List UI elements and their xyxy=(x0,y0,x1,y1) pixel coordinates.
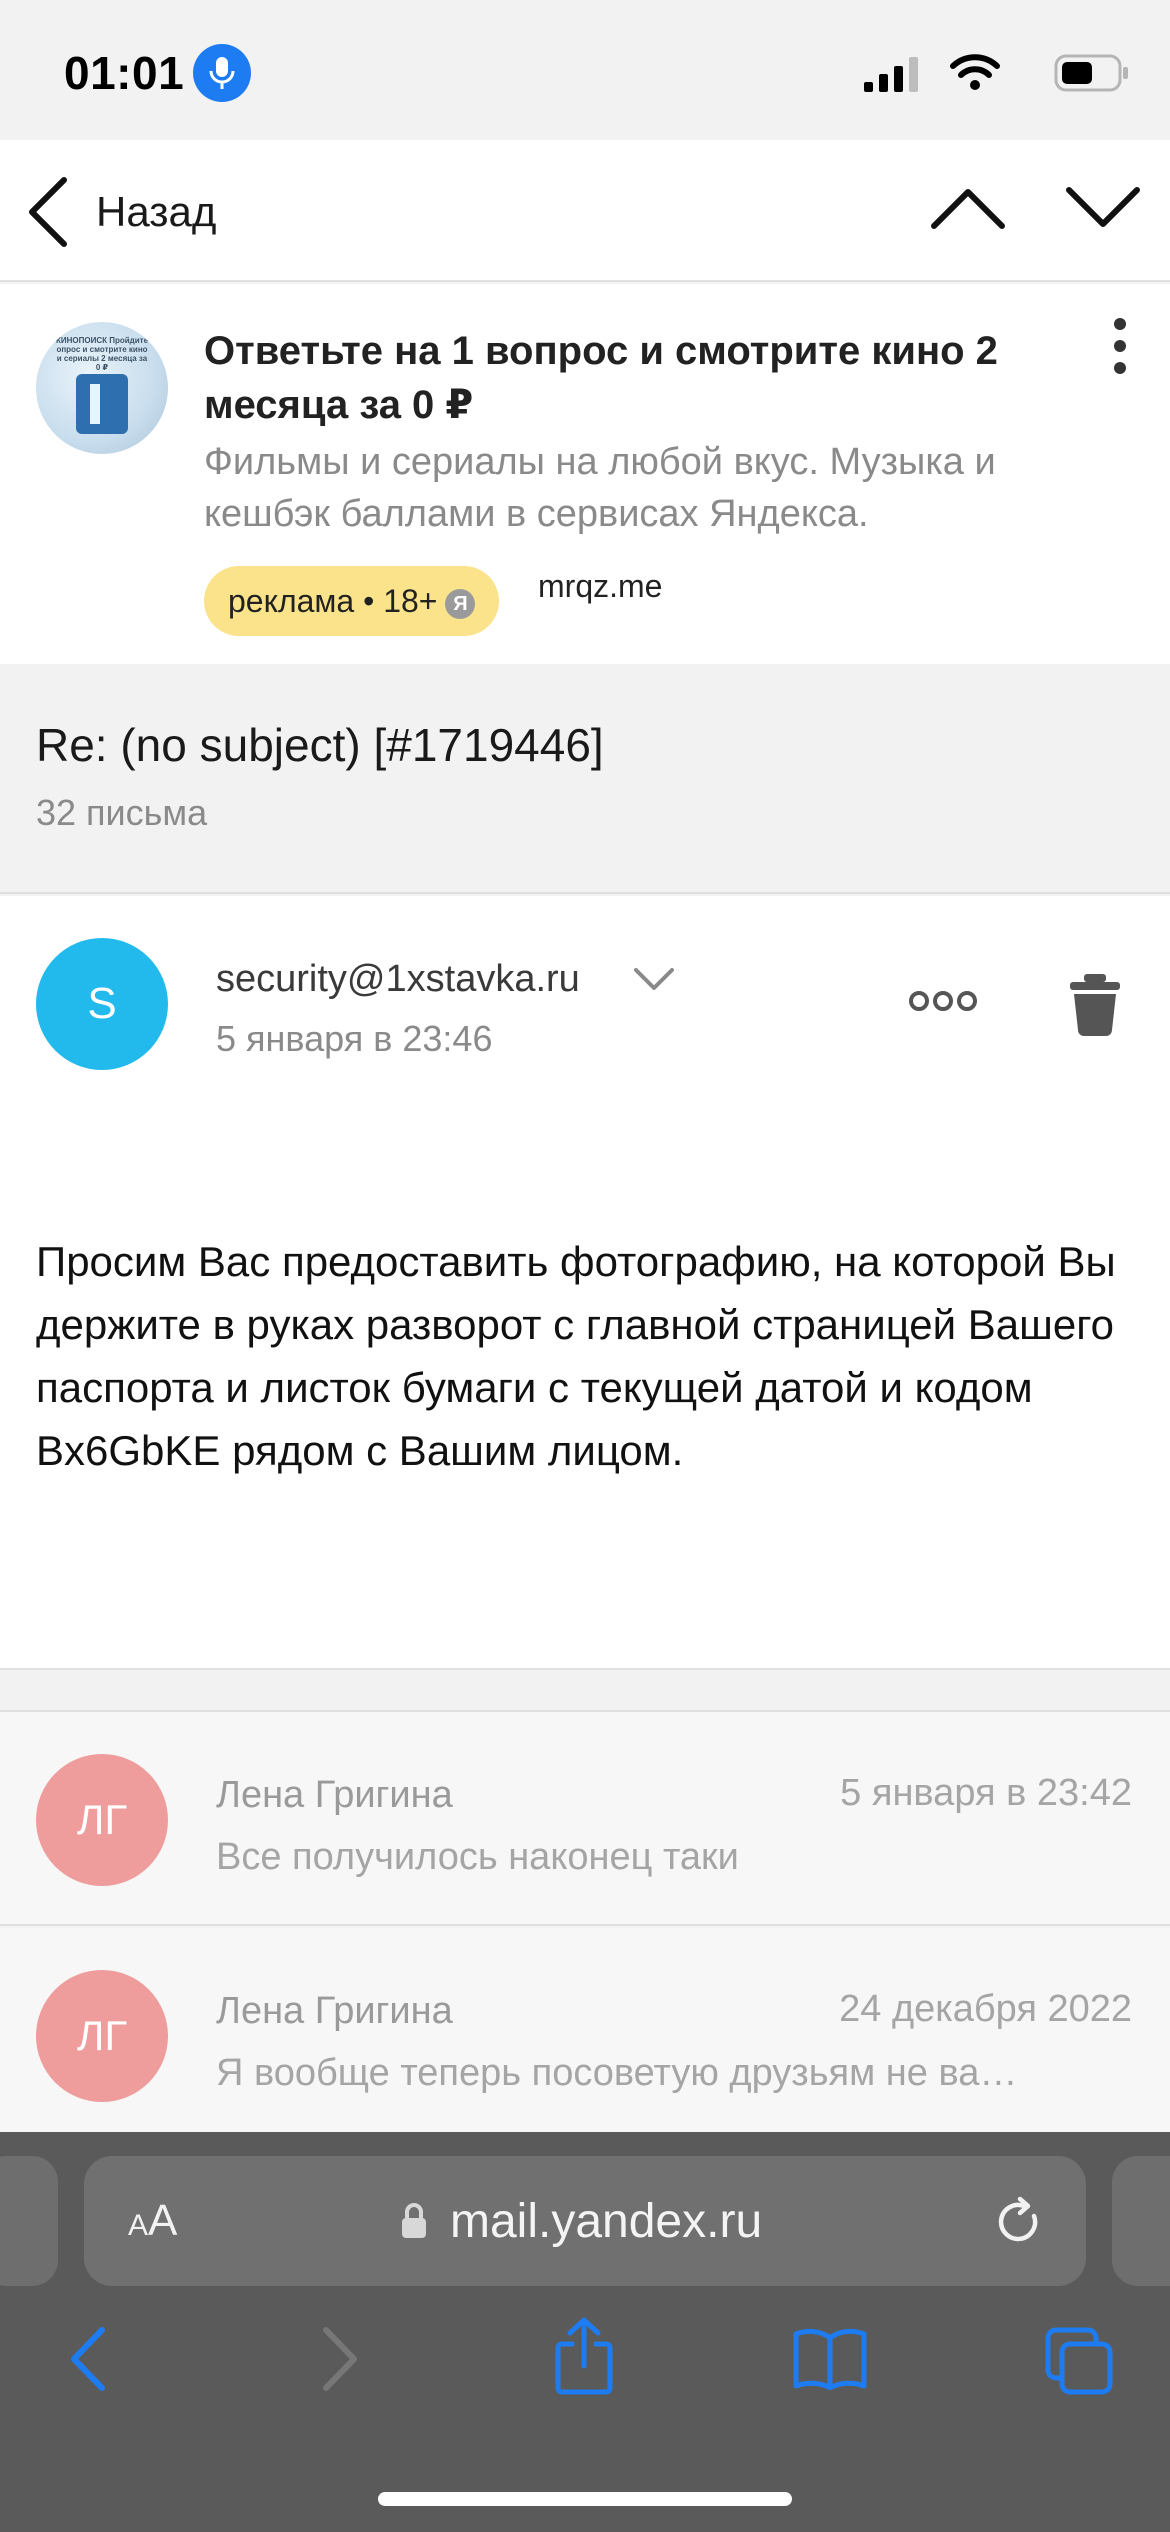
more-vertical-icon[interactable] xyxy=(1110,314,1130,394)
nav-bar: Назад xyxy=(0,140,1170,282)
yandex-logo-icon: Я xyxy=(445,589,476,619)
home-indicator[interactable] xyxy=(378,2492,792,2506)
ad-badge[interactable]: реклама • 18+ Я xyxy=(204,566,500,636)
thread-header: Re: (no subject) [#1719446] 32 письма xyxy=(0,664,1170,894)
signal-icon xyxy=(864,57,918,92)
ad-domain[interactable]: mrqz.me xyxy=(538,568,662,605)
ad-thumbnail-text: КИНОПОИСК Пройдите опрос и смотрите кино… xyxy=(55,336,149,372)
thread-subject: Re: (no subject) [#1719446] xyxy=(36,719,604,771)
reload-icon[interactable] xyxy=(994,2196,1044,2248)
share-icon[interactable] xyxy=(552,2316,616,2396)
open-message: S security@1xstavka.ru 5 января в 23:46 … xyxy=(0,896,1170,1670)
message-date: 24 декабря 2022 xyxy=(839,1988,1132,2030)
browser-forward-icon[interactable] xyxy=(318,2324,362,2394)
ad-thumbnail[interactable]: КИНОПОИСК Пройдите опрос и смотрите кино… xyxy=(36,322,168,454)
list-item[interactable]: ЛГ Лена Григина 24 декабря 2022 Я вообще… xyxy=(0,1928,1170,2144)
avatar: ЛГ xyxy=(36,1970,168,2102)
chevron-up-icon[interactable] xyxy=(930,186,1006,230)
wifi-icon xyxy=(950,54,1000,90)
sender-email[interactable]: security@1xstavka.ru xyxy=(216,958,580,1001)
avatar[interactable]: S xyxy=(36,938,168,1070)
message-body: Просим Вас предоставить фотографию, на к… xyxy=(36,1238,1116,1474)
previous-tab[interactable] xyxy=(0,2156,58,2286)
ad-description: Фильмы и сериалы на любой вкус. Музыка и… xyxy=(204,441,996,535)
trash-icon[interactable] xyxy=(1068,972,1122,1036)
list-item[interactable]: ЛГ Лена Григина 5 января в 23:42 Все пол… xyxy=(0,1710,1170,1926)
sender-name: Лена Григина xyxy=(216,1774,453,1816)
bookmarks-icon[interactable] xyxy=(792,2328,868,2390)
microphone-icon xyxy=(193,44,251,102)
ad-banner[interactable]: КИНОПОИСК Пройдите опрос и смотрите кино… xyxy=(0,284,1170,664)
message-date: 5 января в 23:46 xyxy=(216,1018,493,1059)
browser-toolbar: AA mail.yandex.ru xyxy=(0,2132,1170,2532)
browser-back-icon[interactable] xyxy=(66,2324,110,2394)
message-date: 5 января в 23:42 xyxy=(840,1772,1132,1814)
ad-title[interactable]: Ответьте на 1 вопрос и смотрите кино 2 м… xyxy=(204,324,1094,432)
chevron-down-icon[interactable] xyxy=(632,966,676,992)
message-preview: Я вообще теперь посоветую друзьям не ва… xyxy=(216,2052,1018,2094)
tabs-icon[interactable] xyxy=(1044,2326,1114,2396)
status-bar: 01:01 xyxy=(0,0,1170,140)
message-preview: Все получилось наконец таки xyxy=(216,1836,739,1878)
back-button[interactable]: Назад xyxy=(96,188,216,236)
thread-count: 32 письма xyxy=(36,792,208,833)
avatar: ЛГ xyxy=(36,1754,168,1886)
kinopoisk-logo-icon xyxy=(76,374,128,434)
chevron-left-icon[interactable] xyxy=(24,176,70,248)
reader-settings-button[interactable]: AA xyxy=(128,2196,177,2246)
url-text[interactable]: mail.yandex.ru xyxy=(450,2194,762,2249)
battery-icon xyxy=(1054,54,1128,92)
status-time: 01:01 xyxy=(64,47,185,99)
ad-badge-label: реклама • 18+ xyxy=(228,583,438,619)
address-bar[interactable]: AA mail.yandex.ru xyxy=(84,2156,1086,2286)
lock-icon xyxy=(402,2203,426,2238)
next-tab[interactable] xyxy=(1112,2156,1170,2286)
chevron-down-icon[interactable] xyxy=(1065,186,1141,230)
sender-name: Лена Григина xyxy=(216,1990,453,2032)
more-horizontal-icon[interactable] xyxy=(908,990,978,1012)
